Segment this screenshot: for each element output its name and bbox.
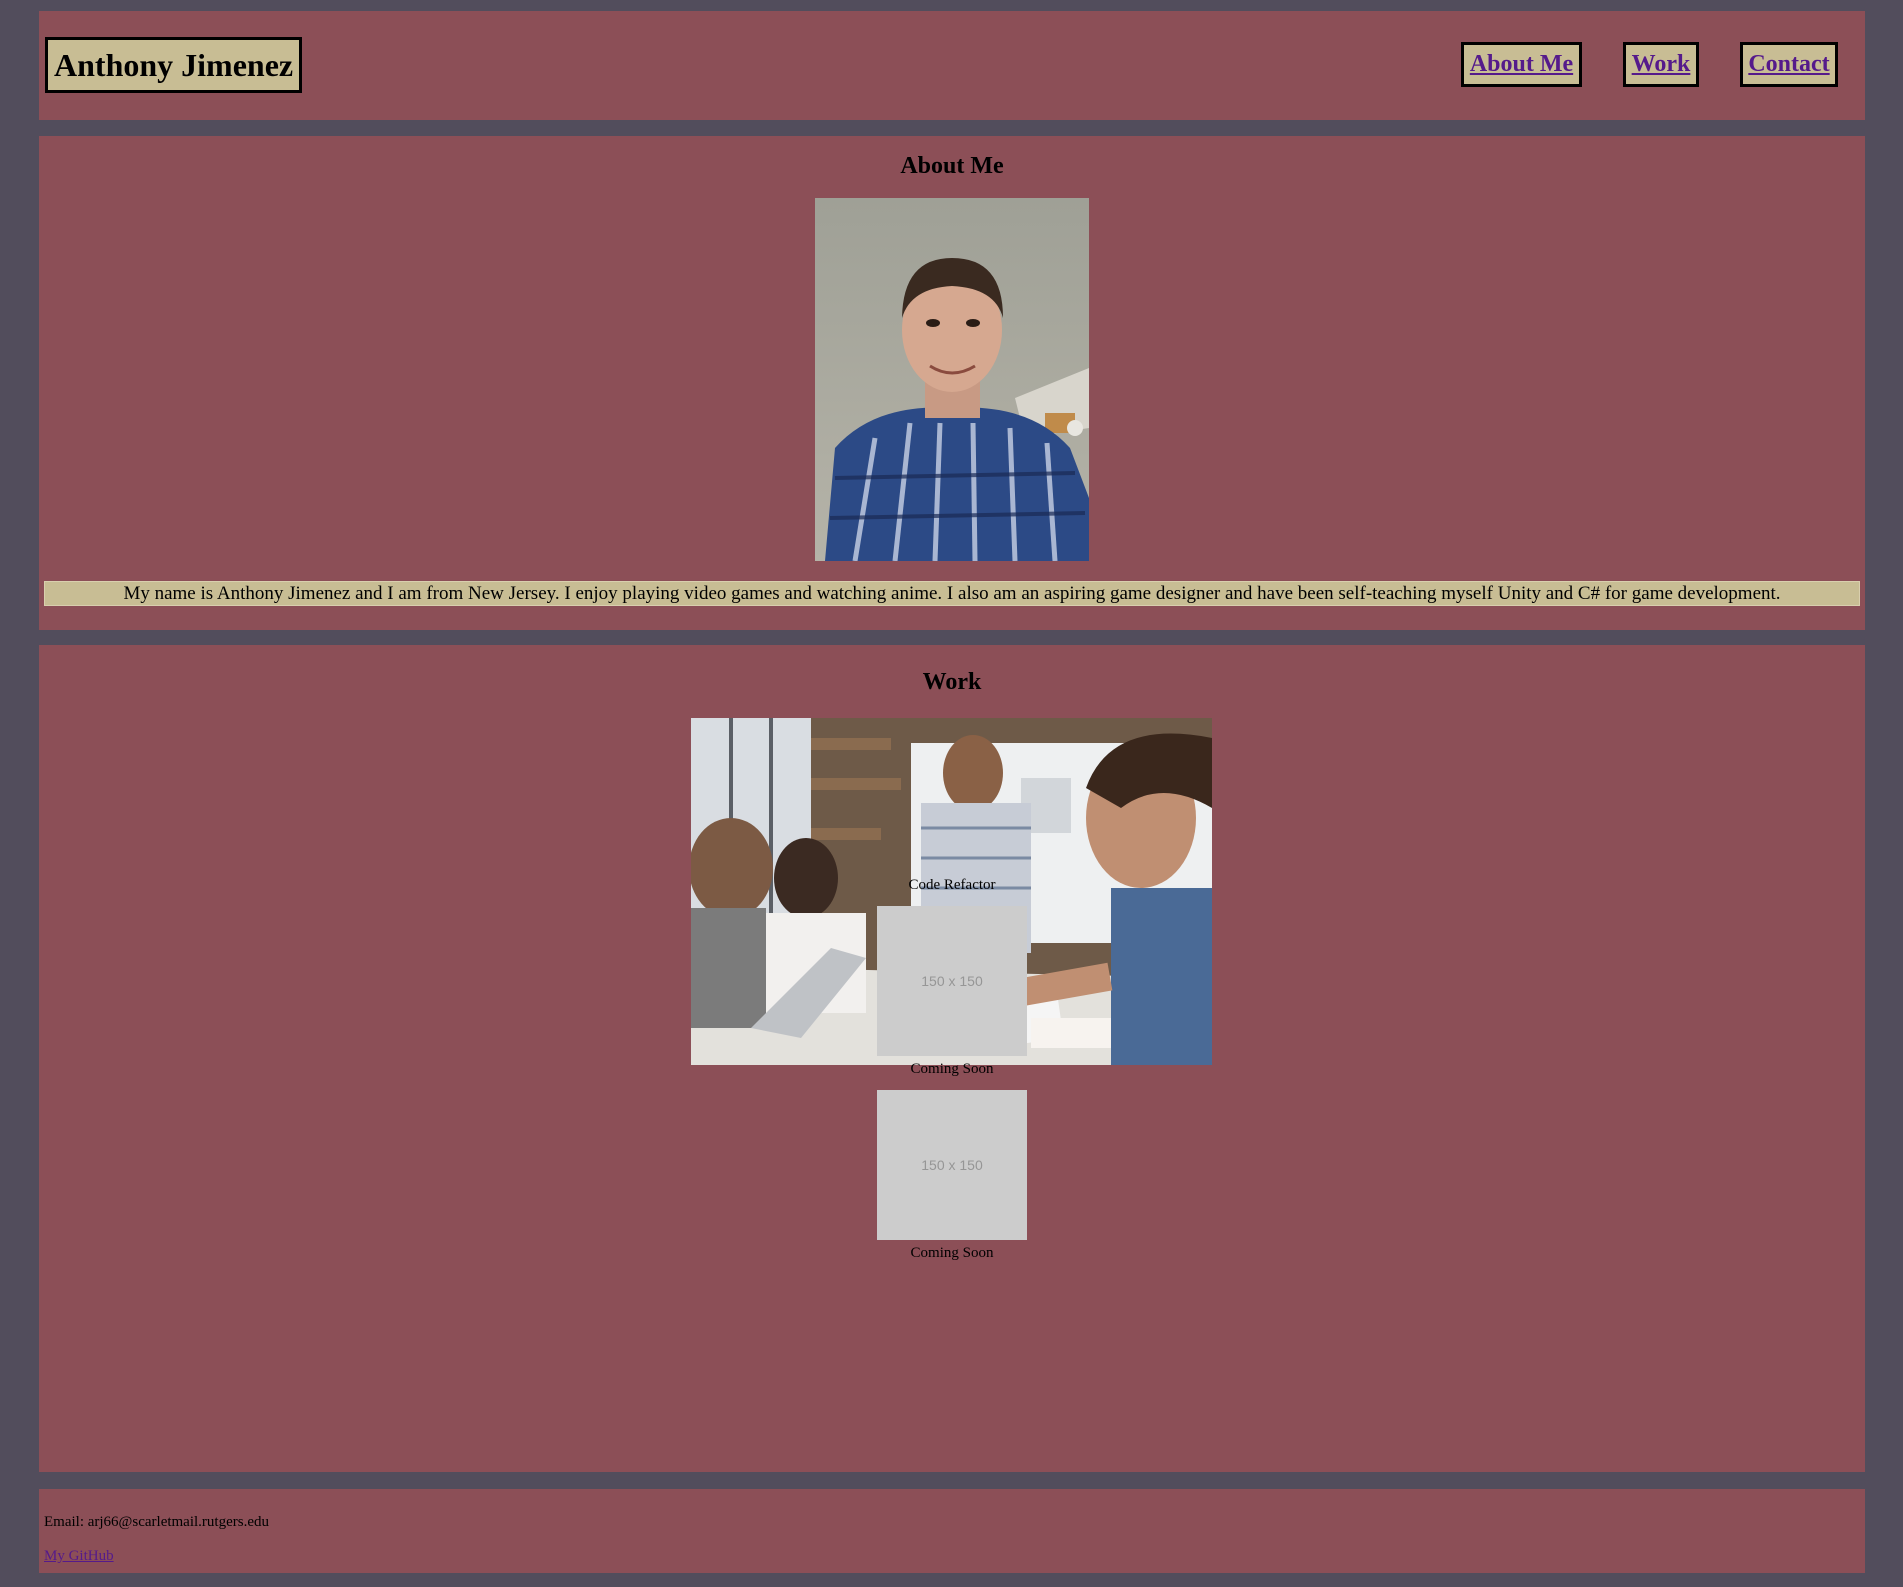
profile-photo-image	[815, 198, 1089, 561]
nav-about-me-link[interactable]: About Me	[1461, 42, 1582, 87]
site-brand: Anthony Jimenez	[45, 37, 303, 93]
profile-photo	[815, 198, 1089, 561]
work-item-caption: Code Refactor	[908, 877, 996, 893]
site-footer: Email: arj66@scarletmail.rutgers.edu My …	[39, 1489, 1865, 1573]
work-placeholder-image[interactable]: 150 x 150	[877, 906, 1027, 1056]
about-section: About Me My name is Anthony Jimenez and …	[39, 136, 1865, 630]
work-placeholder-image[interactable]: 150 x 150	[877, 1090, 1027, 1240]
about-title: About Me	[900, 153, 1004, 179]
work-item-caption: Coming Soon	[910, 1245, 994, 1261]
nav-contact-link[interactable]: Contact	[1740, 42, 1838, 87]
about-bio: My name is Anthony Jimenez and I am from…	[44, 581, 1860, 606]
nav-work-link[interactable]: Work	[1623, 42, 1699, 87]
contact-email: Email: arj66@scarletmail.rutgers.edu	[44, 1514, 269, 1530]
work-item-caption: Coming Soon	[910, 1061, 994, 1077]
work-section: Work Code Refactor 150 x 150 Coming Soon…	[39, 645, 1865, 1472]
github-link[interactable]: My GitHub	[44, 1548, 114, 1565]
site-header: Anthony Jimenez About Me Work Contact	[39, 11, 1865, 120]
work-title: Work	[922, 669, 982, 695]
